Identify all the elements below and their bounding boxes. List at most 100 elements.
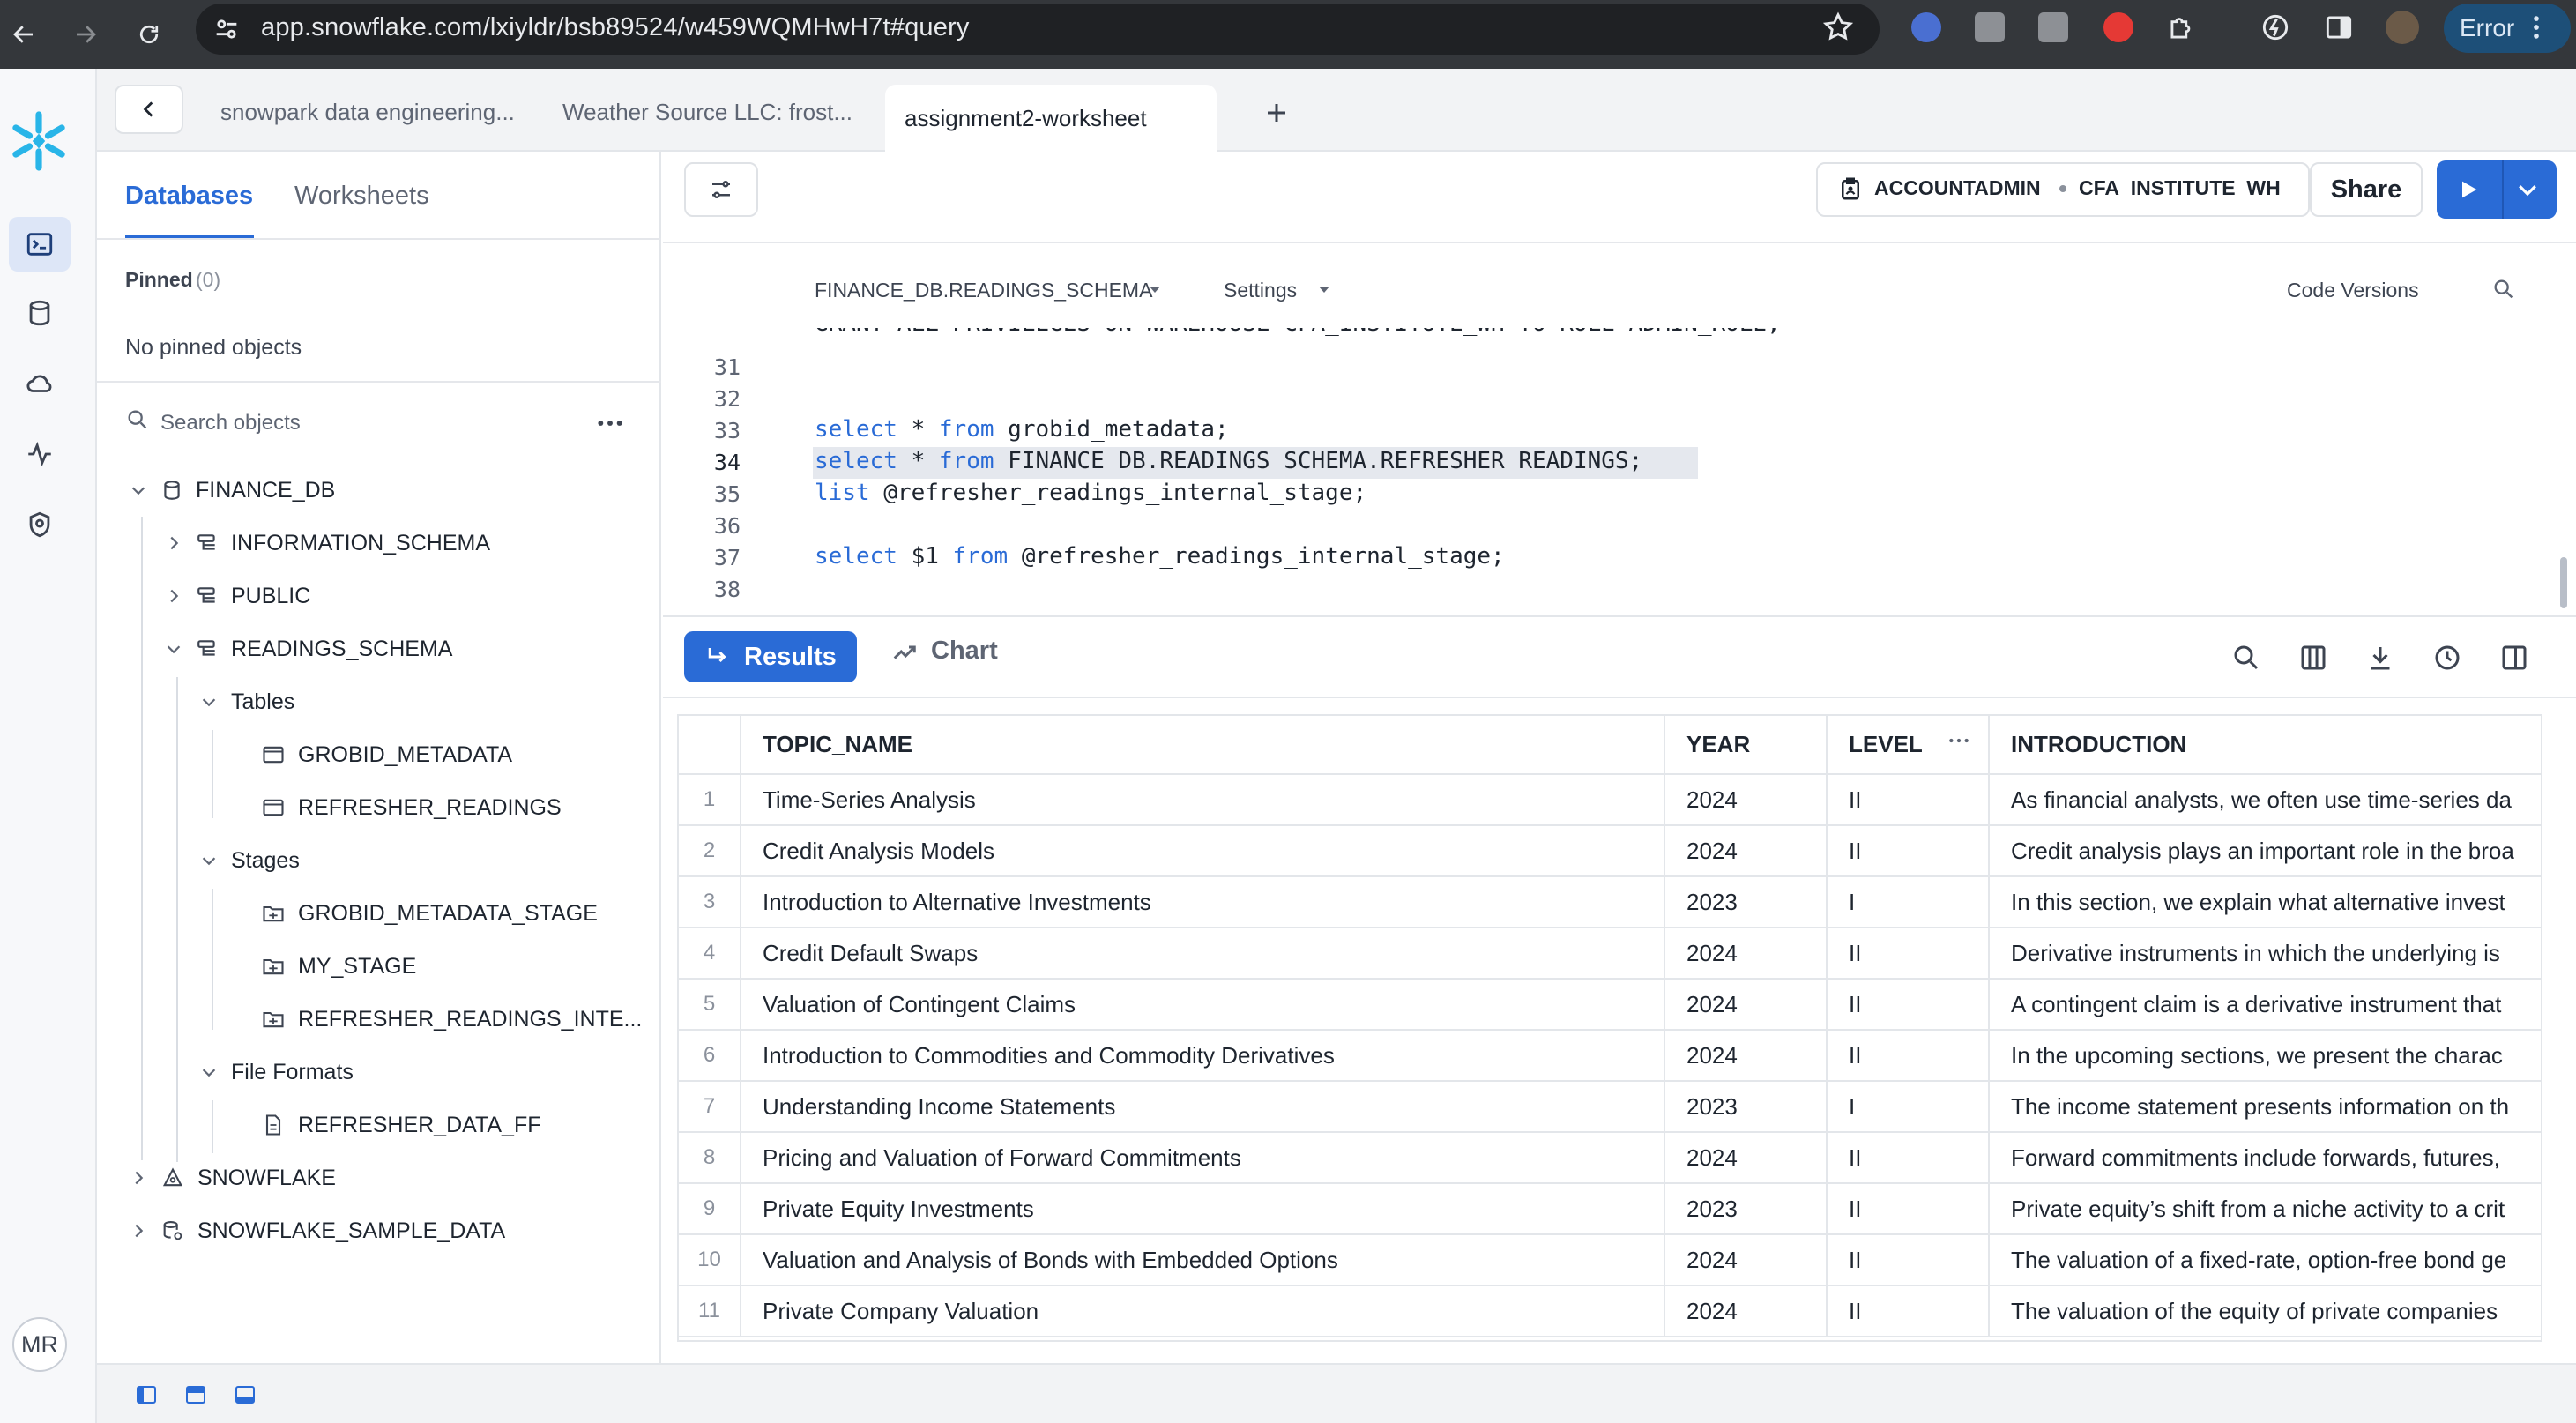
column-header-introduction[interactable]: INTRODUCTION	[1989, 716, 2541, 775]
search-objects-input[interactable]: Search objects	[160, 411, 301, 436]
table-row[interactable]: 4 Credit Default Swaps 2024 II Derivative in…	[679, 928, 2541, 980]
topic-name-cell[interactable]: Private Equity Investments	[741, 1183, 1665, 1235]
tree-item-finance-db[interactable]: FINANCE_DB	[129, 464, 335, 517]
back-arrow-icon[interactable]	[2, 12, 46, 56]
topic-name-cell[interactable]: Valuation of Contingent Claims	[741, 979, 1665, 1031]
editor-scrollbar[interactable]	[2560, 557, 2567, 608]
share-button[interactable]: Share	[2310, 162, 2423, 217]
bookmark-star-icon[interactable]	[1821, 11, 1855, 44]
tree-item-information-schema[interactable]: INFORMATION_SCHEMA	[164, 517, 490, 570]
back-button[interactable]	[115, 85, 183, 134]
user-avatar[interactable]: MR	[12, 1317, 67, 1372]
activity-nav-icon[interactable]	[9, 427, 71, 481]
caret-down-icon[interactable]	[1148, 284, 1162, 294]
site-settings-icon[interactable]	[212, 14, 242, 44]
topic-name-cell[interactable]: Pricing and Valuation of Forward Commitm…	[741, 1132, 1665, 1184]
tree-item-snowflake-sample-data[interactable]: SNOWFLAKE_SAMPLE_DATA	[129, 1204, 505, 1257]
worksheets-nav-icon[interactable]	[9, 217, 71, 272]
level-cell[interactable]: II	[1827, 928, 1990, 980]
row-number-cell[interactable]: 1	[679, 774, 741, 826]
tree-item-readings-schema[interactable]: READINGS_SCHEMA	[164, 622, 452, 675]
tree-item-stages[interactable]: Stages	[199, 834, 300, 887]
admin-shield-icon[interactable]	[9, 497, 71, 552]
introduction-cell[interactable]: A contingent claim is a derivative instr…	[1989, 979, 2541, 1031]
reload-icon[interactable]	[127, 12, 171, 56]
settings-dropdown[interactable]: Settings	[1224, 279, 1297, 302]
year-cell[interactable]: 2024	[1664, 1234, 1828, 1286]
more-options-icon[interactable]	[596, 413, 624, 434]
row-number-cell[interactable]: 2	[679, 825, 741, 877]
toggle-results-panel-icon[interactable]	[235, 1384, 256, 1405]
topic-name-cell[interactable]: Valuation and Analysis of Bonds with Emb…	[741, 1234, 1665, 1286]
tree-item-grobid-metadata[interactable]: GROBID_METADATA	[261, 728, 512, 781]
level-cell[interactable]: I	[1827, 876, 1990, 928]
level-cell[interactable]: II	[1827, 1132, 1990, 1184]
topic-name-cell[interactable]: Private Company Valuation	[741, 1285, 1665, 1337]
table-row[interactable]: 3 Introduction to Alternative Investments…	[679, 876, 2541, 928]
tree-item-refresher-data-ff[interactable]: REFRESHER_DATA_FF	[261, 1099, 541, 1151]
topic-name-cell[interactable]: Introduction to Alternative Investments	[741, 876, 1665, 928]
table-row[interactable]: 8 Pricing and Valuation of Forward Commit…	[679, 1132, 2541, 1184]
results-grid[interactable]: TOPIC_NAME YEAR LEVEL INTRODUCTION 1 Time…	[677, 714, 2542, 1342]
table-row[interactable]: 10 Valuation and Analysis of Bonds with E…	[679, 1234, 2541, 1286]
tab-assignment2[interactable]: assignment2-worksheet	[885, 85, 1217, 152]
column-header-level[interactable]: LEVEL	[1827, 716, 1990, 775]
play-icon[interactable]	[2456, 176, 2481, 203]
year-cell[interactable]: 2024	[1664, 928, 1828, 980]
browser-menu-icon[interactable]	[2530, 12, 2542, 42]
columns-icon[interactable]	[2294, 638, 2333, 677]
row-number-cell[interactable]: 3	[679, 876, 741, 928]
introduction-cell[interactable]: Derivative instruments in which the unde…	[1989, 928, 2541, 980]
introduction-cell[interactable]: The income statement presents informatio…	[1989, 1081, 2541, 1133]
history-clock-icon[interactable]	[2428, 638, 2467, 677]
column-menu-icon[interactable]	[1947, 732, 1970, 749]
row-number-cell[interactable]: 9	[679, 1183, 741, 1235]
side-panel-icon[interactable]	[2322, 11, 2356, 44]
tab-databases[interactable]: Databases	[125, 182, 253, 211]
introduction-cell[interactable]: The valuation of the equity of private c…	[1989, 1285, 2541, 1337]
row-number-cell[interactable]: 5	[679, 979, 741, 1031]
row-number-cell[interactable]: 7	[679, 1081, 741, 1133]
code-versions-button[interactable]: Code Versions	[2287, 279, 2419, 302]
topic-name-cell[interactable]: Introduction to Commodities and Commodit…	[741, 1030, 1665, 1082]
level-cell[interactable]: II	[1827, 1285, 1990, 1337]
table-row[interactable]: 2 Credit Analysis Models 2024 II Credit anal…	[679, 825, 2541, 877]
topic-name-cell[interactable]: Credit Default Swaps	[741, 928, 1665, 980]
filter-sliders-button[interactable]	[684, 162, 758, 217]
toggle-editor-panel-icon[interactable]	[185, 1384, 206, 1405]
split-panel-icon[interactable]	[2495, 638, 2534, 677]
tab-snowpark[interactable]: snowpark data engineering...	[220, 85, 515, 139]
tree-item-refresher-readings-stage[interactable]: REFRESHER_READINGS_INTE...	[261, 993, 642, 1046]
year-cell[interactable]: 2024	[1664, 825, 1828, 877]
topic-name-cell[interactable]: Time-Series Analysis	[741, 774, 1665, 826]
table-row[interactable]: 11 Private Company Valuation 2024 II The val…	[679, 1285, 2541, 1337]
level-cell[interactable]: II	[1827, 979, 1990, 1031]
chevron-down-icon[interactable]	[2514, 176, 2541, 203]
introduction-cell[interactable]: In this section, we explain what alterna…	[1989, 876, 2541, 928]
column-header-topic-name[interactable]: TOPIC_NAME	[741, 716, 1665, 775]
introduction-cell[interactable]: The valuation of a fixed-rate, option-fr…	[1989, 1234, 2541, 1286]
table-row[interactable]: 7 Understanding Income Statements 2023 I The…	[679, 1081, 2541, 1133]
introduction-cell[interactable]: Private equity’s shift from a niche acti…	[1989, 1183, 2541, 1235]
tree-item-snowflake[interactable]: SNOWFLAKE	[129, 1151, 336, 1204]
extension-4-icon[interactable]	[2103, 12, 2133, 42]
snowflake-logo-icon[interactable]	[7, 109, 71, 173]
tab-weather-source[interactable]: Weather Source LLC: frost...	[562, 85, 852, 139]
database-context-selector[interactable]: FINANCE_DB.READINGS_SCHEMA	[815, 279, 1152, 302]
introduction-cell[interactable]: Credit analysis plays an important role …	[1989, 825, 2541, 877]
year-cell[interactable]: 2023	[1664, 1183, 1828, 1235]
level-cell[interactable]: I	[1827, 1081, 1990, 1133]
year-cell[interactable]: 2024	[1664, 1285, 1828, 1337]
chart-tab-button[interactable]: Chart	[890, 637, 998, 666]
performance-icon[interactable]	[2259, 11, 2292, 44]
data-nav-icon[interactable]	[9, 286, 71, 340]
extension-2-icon[interactable]	[1975, 12, 2005, 42]
year-cell[interactable]: 2023	[1664, 876, 1828, 928]
row-number-cell[interactable]: 11	[679, 1285, 741, 1337]
level-cell[interactable]: II	[1827, 825, 1990, 877]
level-cell[interactable]: II	[1827, 1183, 1990, 1235]
search-results-icon[interactable]	[2227, 638, 2266, 677]
tree-item-grobid-metadata-stage[interactable]: GROBID_METADATA_STAGE	[261, 887, 598, 940]
year-cell[interactable]: 2024	[1664, 979, 1828, 1031]
profile-avatar[interactable]	[2386, 11, 2419, 44]
